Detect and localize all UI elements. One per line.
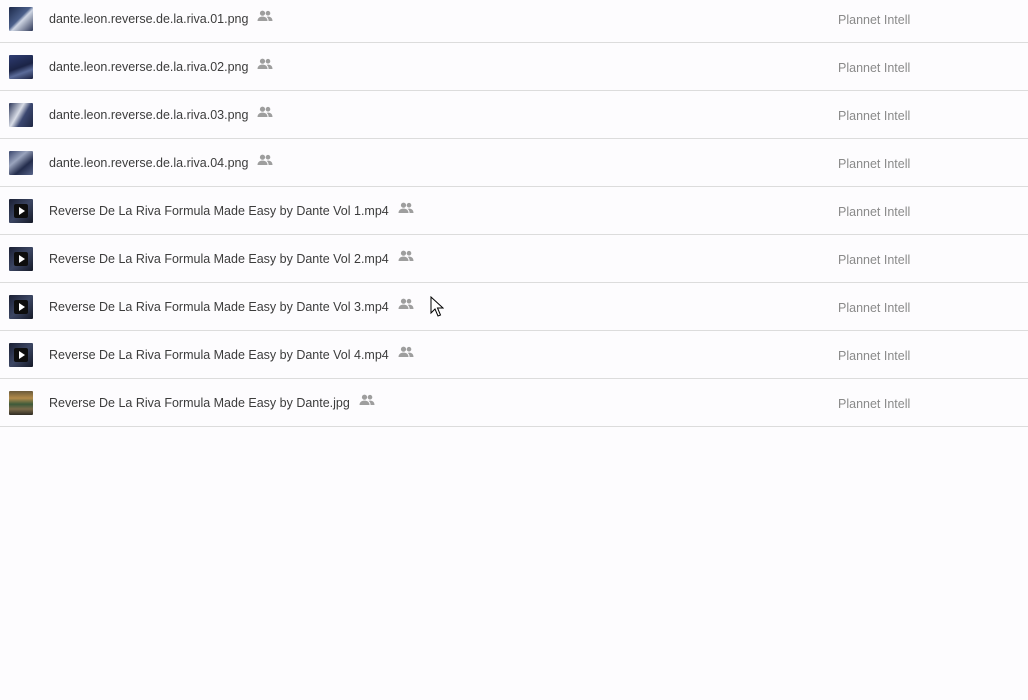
file-name-cell: dante.leon.reverse.de.la.riva.04.png xyxy=(49,154,273,170)
mouse-cursor-icon xyxy=(430,296,444,317)
shared-people-icon xyxy=(359,394,375,406)
play-icon xyxy=(14,252,28,266)
file-name: Reverse De La Riva Formula Made Easy by … xyxy=(49,252,389,266)
file-name-cell: Reverse De La Riva Formula Made Easy by … xyxy=(49,346,414,362)
file-owner: Plannet Intell xyxy=(838,61,911,75)
file-name: Reverse De La Riva Formula Made Easy by … xyxy=(49,204,389,218)
file-owner: Plannet Intell xyxy=(838,301,911,315)
file-row[interactable]: dante.leon.reverse.de.la.riva.01.png Plan… xyxy=(0,0,1028,43)
file-owner: Plannet Intell xyxy=(838,109,911,123)
file-owner: Plannet Intell xyxy=(838,157,911,171)
file-name-cell: Reverse De La Riva Formula Made Easy by … xyxy=(49,298,414,314)
file-owner: Plannet Intell xyxy=(838,13,911,27)
file-owner: Plannet Intell xyxy=(838,253,911,267)
file-row[interactable]: dante.leon.reverse.de.la.riva.03.png Plan… xyxy=(0,91,1028,139)
file-name-cell: Reverse De La Riva Formula Made Easy by … xyxy=(49,394,375,410)
file-list: dante.leon.reverse.de.la.riva.01.png Plan… xyxy=(0,0,1028,427)
video-thumbnail xyxy=(9,247,33,271)
file-name: dante.leon.reverse.de.la.riva.02.png xyxy=(49,60,249,74)
file-name: dante.leon.reverse.de.la.riva.01.png xyxy=(49,12,249,26)
file-row[interactable]: Reverse De La Riva Formula Made Easy by … xyxy=(0,187,1028,235)
video-thumbnail xyxy=(9,295,33,319)
shared-people-icon xyxy=(257,58,273,70)
shared-people-icon xyxy=(398,298,414,310)
file-row[interactable]: Reverse De La Riva Formula Made Easy by … xyxy=(0,235,1028,283)
file-name-cell: Reverse De La Riva Formula Made Easy by … xyxy=(49,250,414,266)
image-thumbnail xyxy=(9,7,33,31)
image-thumbnail xyxy=(9,103,33,127)
file-row[interactable]: Reverse De La Riva Formula Made Easy by … xyxy=(0,379,1028,427)
image-thumbnail xyxy=(9,151,33,175)
video-thumbnail xyxy=(9,343,33,367)
file-owner: Plannet Intell xyxy=(838,397,911,411)
file-owner: Plannet Intell xyxy=(838,349,911,363)
shared-people-icon xyxy=(257,106,273,118)
shared-people-icon xyxy=(257,154,273,166)
file-row[interactable]: Reverse De La Riva Formula Made Easy by … xyxy=(0,331,1028,379)
file-owner: Plannet Intell xyxy=(838,205,911,219)
image-thumbnail xyxy=(9,55,33,79)
file-name-cell: dante.leon.reverse.de.la.riva.03.png xyxy=(49,106,273,122)
file-name: Reverse De La Riva Formula Made Easy by … xyxy=(49,300,389,314)
file-row[interactable]: Reverse De La Riva Formula Made Easy by … xyxy=(0,283,1028,331)
file-name-cell: Reverse De La Riva Formula Made Easy by … xyxy=(49,202,414,218)
video-thumbnail xyxy=(9,199,33,223)
file-name: Reverse De La Riva Formula Made Easy by … xyxy=(49,396,350,410)
file-name: Reverse De La Riva Formula Made Easy by … xyxy=(49,348,389,362)
file-name-cell: dante.leon.reverse.de.la.riva.01.png xyxy=(49,10,273,26)
play-icon xyxy=(14,300,28,314)
file-name: dante.leon.reverse.de.la.riva.04.png xyxy=(49,156,249,170)
shared-people-icon xyxy=(398,346,414,358)
shared-people-icon xyxy=(398,250,414,262)
file-row[interactable]: dante.leon.reverse.de.la.riva.02.png Plan… xyxy=(0,43,1028,91)
image-thumbnail xyxy=(9,391,33,415)
file-name: dante.leon.reverse.de.la.riva.03.png xyxy=(49,108,249,122)
file-name-cell: dante.leon.reverse.de.la.riva.02.png xyxy=(49,58,273,74)
file-row[interactable]: dante.leon.reverse.de.la.riva.04.png Plan… xyxy=(0,139,1028,187)
play-icon xyxy=(14,204,28,218)
shared-people-icon xyxy=(398,202,414,214)
play-icon xyxy=(14,348,28,362)
shared-people-icon xyxy=(257,10,273,22)
